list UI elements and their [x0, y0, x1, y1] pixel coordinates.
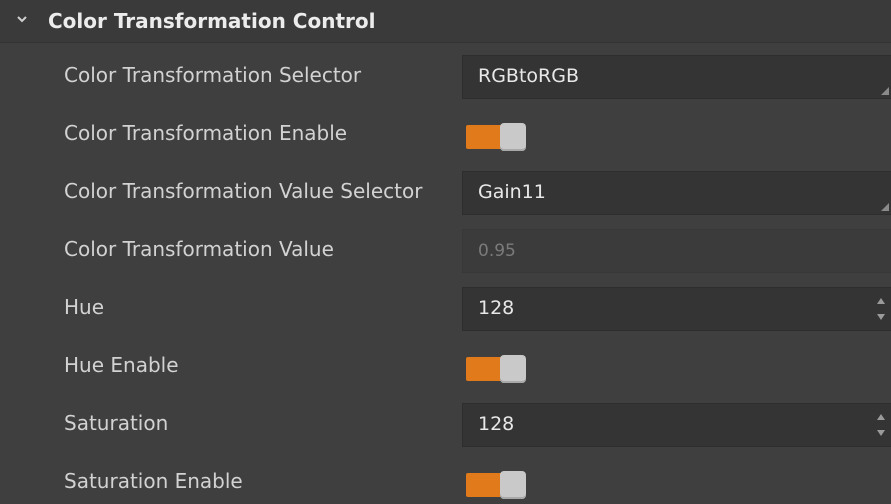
color-transformation-value-label: Color Transformation Value: [64, 237, 334, 261]
saturation-label: Saturation: [64, 411, 169, 435]
property-panel: Color Transformation Control Color Trans…: [0, 0, 891, 504]
chevron-down-icon[interactable]: [14, 11, 30, 27]
saturation-spinbox[interactable]: 128: [462, 403, 891, 447]
toggle-track: [466, 473, 504, 497]
hue-label: Hue: [64, 295, 105, 319]
color-transformation-value-selector-dropdown[interactable]: Gain11: [462, 171, 891, 215]
toggle-track: [466, 125, 504, 149]
hue-enable-toggle[interactable]: [466, 355, 526, 385]
saturation-enable-label: Saturation Enable: [64, 469, 243, 493]
row-color-transformation-selector: Color Transformation Selector RGBtoRGB: [0, 50, 891, 108]
row-color-transformation-enable: Color Transformation Enable: [0, 108, 891, 166]
group-header-color-transformation[interactable]: Color Transformation Control: [0, 0, 891, 43]
spin-arrows-icon[interactable]: [875, 408, 887, 442]
row-color-transformation-value-selector: Color Transformation Value Selector Gain…: [0, 166, 891, 224]
row-hue: Hue 128: [0, 282, 891, 340]
toggle-knob[interactable]: [500, 355, 526, 383]
color-transformation-enable-toggle[interactable]: [466, 123, 526, 153]
toggle-track: [466, 357, 504, 381]
row-color-transformation-value: Color Transformation Value 0.95: [0, 224, 891, 282]
saturation-enable-toggle[interactable]: [466, 471, 526, 501]
toggle-knob[interactable]: [500, 123, 526, 151]
toggle-knob[interactable]: [500, 471, 526, 499]
color-transformation-value-selector-label: Color Transformation Value Selector: [64, 179, 423, 203]
color-transformation-selector-value: RGBtoRGB: [478, 65, 579, 87]
row-saturation: Saturation 128: [0, 398, 891, 456]
spin-arrows-icon[interactable]: [875, 292, 887, 326]
hue-value: 128: [478, 297, 515, 319]
row-hue-enable: Hue Enable: [0, 340, 891, 398]
saturation-value: 128: [478, 413, 515, 435]
resize-grip-icon: [881, 87, 889, 95]
hue-spinbox[interactable]: 128: [462, 287, 891, 331]
color-transformation-selector-dropdown[interactable]: RGBtoRGB: [462, 55, 891, 99]
color-transformation-value-selector-value: Gain11: [478, 181, 546, 203]
color-transformation-enable-label: Color Transformation Enable: [64, 121, 348, 145]
color-transformation-selector-label: Color Transformation Selector: [64, 63, 362, 87]
color-transformation-value-field: 0.95: [462, 229, 891, 273]
group-title: Color Transformation Control: [48, 9, 376, 33]
hue-enable-label: Hue Enable: [64, 353, 179, 377]
resize-grip-icon: [881, 203, 889, 211]
row-saturation-enable: Saturation Enable: [0, 456, 891, 504]
color-transformation-value-text: 0.95: [478, 241, 516, 261]
